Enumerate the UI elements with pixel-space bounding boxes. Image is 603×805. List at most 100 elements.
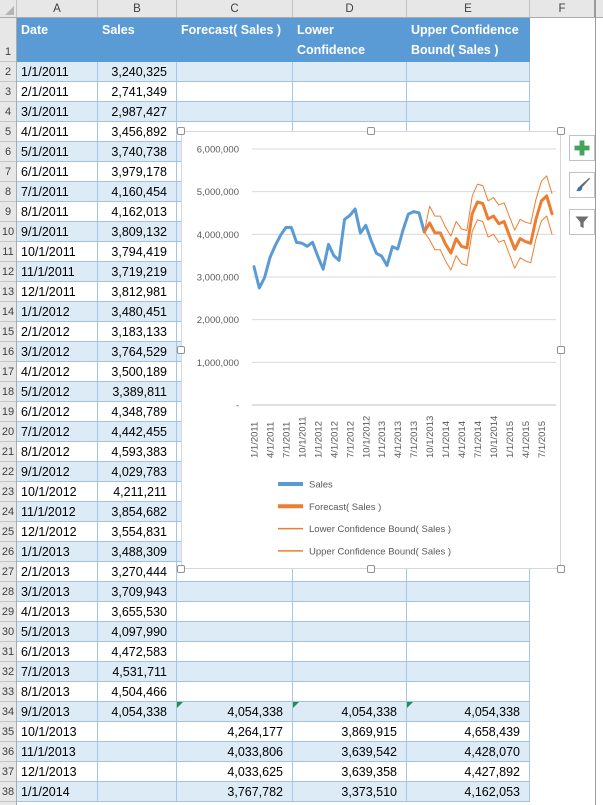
row-header-19[interactable]: 19: [0, 402, 16, 422]
cell-date-r32[interactable]: 7/1/2013: [17, 662, 98, 682]
cell-date-r38[interactable]: 1/1/2014: [17, 782, 98, 802]
cell-upper-r3[interactable]: [407, 82, 530, 102]
cell-date-r17[interactable]: 4/1/2012: [17, 362, 98, 382]
cell-date-r8[interactable]: 7/1/2011: [17, 182, 98, 202]
row-header-22[interactable]: 22: [0, 462, 16, 482]
cell-sales-r35[interactable]: [98, 722, 177, 742]
cell-date-r36[interactable]: 11/1/2013: [17, 742, 98, 762]
cell-forecast-r37[interactable]: 4,033,625: [177, 762, 293, 782]
row-header-8[interactable]: 8: [0, 182, 16, 202]
cell-forecast-r29[interactable]: [177, 602, 293, 622]
cell-sales-r7[interactable]: 3,979,178: [98, 162, 177, 182]
cell-date-r22[interactable]: 9/1/2012: [17, 462, 98, 482]
cell-upper-r2[interactable]: [407, 62, 530, 82]
column-header-c[interactable]: C: [177, 0, 293, 17]
row-header-29[interactable]: 29: [0, 602, 16, 622]
column-header-e[interactable]: E: [407, 0, 530, 17]
cell-sales-r25[interactable]: 3,554,831: [98, 522, 177, 542]
cell-sales-r23[interactable]: 4,211,211: [98, 482, 177, 502]
cell-sales-r31[interactable]: 4,472,583: [98, 642, 177, 662]
row-header-31[interactable]: 31: [0, 642, 16, 662]
chart-handle-mid-right[interactable]: [557, 346, 565, 354]
cell-sales-r19[interactable]: 4,348,789: [98, 402, 177, 422]
cell-forecast-r4[interactable]: [177, 102, 293, 122]
cell-date-r37[interactable]: 12/1/2013: [17, 762, 98, 782]
cell-date-r25[interactable]: 12/1/2012: [17, 522, 98, 542]
cell-date-r35[interactable]: 10/1/2013: [17, 722, 98, 742]
cell-date-r34[interactable]: 9/1/2013: [17, 702, 98, 722]
cell-date-r11[interactable]: 10/1/2011: [17, 242, 98, 262]
cell-sales-r26[interactable]: 3,488,309: [98, 542, 177, 562]
cell-lower-r35[interactable]: 3,869,915: [293, 722, 407, 742]
cell-sales-r8[interactable]: 4,160,454: [98, 182, 177, 202]
chart-styles-button[interactable]: [569, 172, 595, 198]
cell-date-r24[interactable]: 11/1/2012: [17, 502, 98, 522]
chart-handle-mid-left[interactable]: [177, 346, 185, 354]
header-cell-lower-confidence[interactable]: Lower Confidence Bound( Sales ): [293, 18, 407, 62]
cell-upper-r4[interactable]: [407, 102, 530, 122]
cell-lower-r37[interactable]: 3,639,358: [293, 762, 407, 782]
cell-lower-r29[interactable]: [293, 602, 407, 622]
cell-date-r16[interactable]: 3/1/2012: [17, 342, 98, 362]
column-header-f[interactable]: F: [530, 0, 595, 17]
cell-date-r4[interactable]: 3/1/2011: [17, 102, 98, 122]
cell-sales-r38[interactable]: [98, 782, 177, 802]
cell-date-r29[interactable]: 4/1/2013: [17, 602, 98, 622]
cell-sales-r16[interactable]: 3,764,529: [98, 342, 177, 362]
row-header-37[interactable]: 37: [0, 762, 16, 782]
cell-lower-r33[interactable]: [293, 682, 407, 702]
cell-date-r23[interactable]: 10/1/2012: [17, 482, 98, 502]
cell-forecast-r31[interactable]: [177, 642, 293, 662]
cell-upper-r32[interactable]: [407, 662, 530, 682]
row-header-2[interactable]: 2: [0, 62, 16, 82]
cell-sales-r24[interactable]: 3,854,682: [98, 502, 177, 522]
header-cell-sales[interactable]: Sales: [98, 18, 177, 62]
chart-handle-top-right[interactable]: [557, 127, 565, 135]
cell-date-r2[interactable]: 1/1/2011: [17, 62, 98, 82]
cell-upper-r35[interactable]: 4,658,439: [407, 722, 530, 742]
cell-lower-r28[interactable]: [293, 582, 407, 602]
cell-lower-r3[interactable]: [293, 82, 407, 102]
chart-handle-bottom-mid[interactable]: [367, 565, 375, 573]
cell-sales-r37[interactable]: [98, 762, 177, 782]
cell-sales-r6[interactable]: 3,740,738: [98, 142, 177, 162]
row-header-5[interactable]: 5: [0, 122, 16, 142]
cell-forecast-r34[interactable]: 4,054,338: [177, 702, 293, 722]
row-header-23[interactable]: 23: [0, 482, 16, 502]
header-cell-upper-confidence[interactable]: Upper Confidence Bound( Sales ): [407, 18, 530, 62]
cell-date-r21[interactable]: 8/1/2012: [17, 442, 98, 462]
cell-sales-r30[interactable]: 4,097,990: [98, 622, 177, 642]
cell-upper-r34[interactable]: 4,054,338: [407, 702, 530, 722]
row-header-33[interactable]: 33: [0, 682, 16, 702]
cell-upper-r36[interactable]: 4,428,070: [407, 742, 530, 762]
cell-date-r15[interactable]: 2/1/2012: [17, 322, 98, 342]
row-header-17[interactable]: 17: [0, 362, 16, 382]
forecast-chart[interactable]: 6,000,000 5,000,000 4,000,000 3,000,000 2,00…: [181, 131, 561, 569]
row-header-16[interactable]: 16: [0, 342, 16, 362]
row-header-28[interactable]: 28: [0, 582, 16, 602]
row-header-4[interactable]: 4: [0, 102, 16, 122]
row-header-11[interactable]: 11: [0, 242, 16, 262]
cell-sales-r33[interactable]: 4,504,466: [98, 682, 177, 702]
row-header-30[interactable]: 30: [0, 622, 16, 642]
cell-forecast-r38[interactable]: 3,767,782: [177, 782, 293, 802]
cell-date-r20[interactable]: 7/1/2012: [17, 422, 98, 442]
cell-lower-r4[interactable]: [293, 102, 407, 122]
row-header-12[interactable]: 12: [0, 262, 16, 282]
chart-handle-bottom-right[interactable]: [557, 565, 565, 573]
series-forecast-sales-[interactable]: [422, 194, 554, 255]
cell-date-r3[interactable]: 2/1/2011: [17, 82, 98, 102]
cell-sales-r11[interactable]: 3,794,419: [98, 242, 177, 262]
cell-date-r12[interactable]: 11/1/2011: [17, 262, 98, 282]
cell-forecast-r3[interactable]: [177, 82, 293, 102]
row-header-35[interactable]: 35: [0, 722, 16, 742]
row-header-24[interactable]: 24: [0, 502, 16, 522]
cell-lower-r31[interactable]: [293, 642, 407, 662]
cell-sales-r14[interactable]: 3,480,451: [98, 302, 177, 322]
cell-date-r30[interactable]: 5/1/2013: [17, 622, 98, 642]
header-cell-date[interactable]: Date: [17, 18, 98, 62]
row-header-9[interactable]: 9: [0, 202, 16, 222]
cell-forecast-r35[interactable]: 4,264,177: [177, 722, 293, 742]
cell-sales-r32[interactable]: 4,531,711: [98, 662, 177, 682]
row-header-36[interactable]: 36: [0, 742, 16, 762]
